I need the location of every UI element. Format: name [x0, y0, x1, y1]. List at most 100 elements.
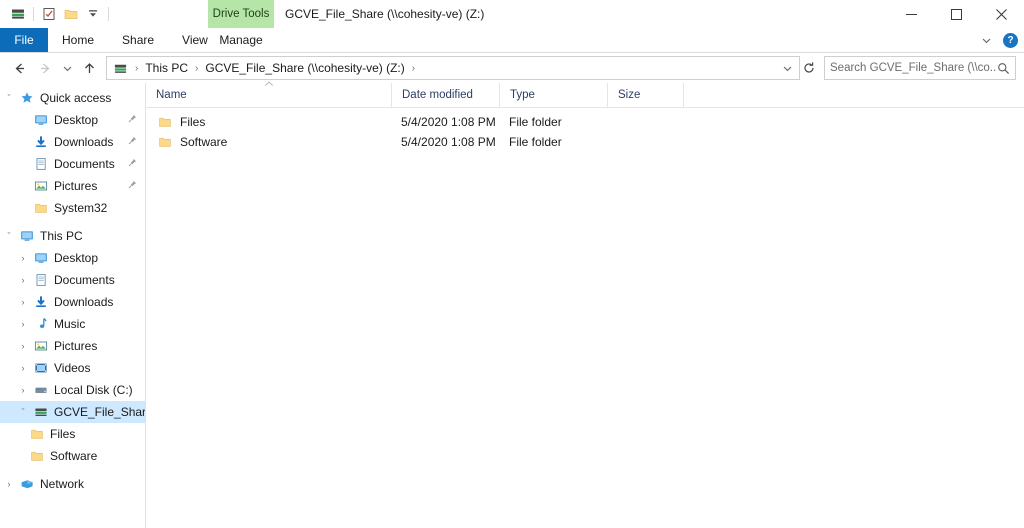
chevron-right-icon[interactable]: ›: [14, 253, 32, 263]
breadcrumb-item-drive[interactable]: GCVE_File_Share (\\cohesity-ve) (Z:): [203, 61, 406, 75]
tab-home[interactable]: Home: [48, 28, 108, 52]
documents-icon: [32, 273, 50, 287]
chevron-right-icon[interactable]: ›: [0, 479, 18, 489]
file-name: Software: [180, 135, 227, 149]
search-icon[interactable]: [997, 62, 1010, 75]
qat-divider-2: [108, 7, 109, 21]
breadcrumb: › This PC › GCVE_File_Share (\\cohesity-…: [130, 61, 777, 75]
close-button[interactable]: [979, 0, 1024, 28]
sidebar-item-files[interactable]: Files: [0, 423, 145, 445]
tab-manage[interactable]: Manage: [208, 28, 274, 52]
chevron-right-icon[interactable]: ›: [14, 297, 32, 307]
window-controls: [889, 0, 1024, 28]
twisty-placeholder: ›: [14, 159, 32, 169]
chevron-down-icon[interactable]: ˇ: [0, 231, 18, 241]
refresh-button[interactable]: [800, 55, 818, 81]
column-header-date-modified[interactable]: Date modified: [391, 83, 499, 107]
sidebar-item-pictures-qa[interactable]: › Pictures: [0, 175, 145, 197]
cell-type: File folder: [499, 132, 607, 152]
chevron-right-icon[interactable]: ›: [14, 385, 32, 395]
customize-qat-icon[interactable]: [82, 3, 104, 25]
tab-file[interactable]: File: [0, 28, 48, 52]
sidebar-item-quick-access[interactable]: ˇ Quick access: [0, 87, 145, 109]
search-box[interactable]: Search GCVE_File_Share (\\co...: [824, 56, 1016, 80]
recent-locations-button[interactable]: [58, 55, 76, 81]
minimize-button[interactable]: [889, 0, 934, 28]
sidebar-item-desktop[interactable]: › Desktop: [0, 247, 145, 269]
sidebar-item-label: Network: [40, 477, 84, 491]
column-header-label: Name: [156, 89, 187, 101]
chevron-down-icon[interactable]: ˇ: [0, 93, 18, 103]
sidebar-item-gcve-file-share[interactable]: ˇ GCVE_File_Share (\\: [0, 401, 145, 423]
chevron-right-icon[interactable]: ›: [14, 363, 32, 373]
sidebar-item-downloads-qa[interactable]: › Downloads: [0, 131, 145, 153]
cell-date-modified: 5/4/2020 1:08 PM: [391, 112, 499, 132]
pin-icon[interactable]: [128, 114, 137, 123]
breadcrumb-item-this-pc[interactable]: This PC: [143, 61, 190, 75]
forward-button[interactable]: [32, 55, 58, 81]
music-icon: [32, 317, 50, 331]
chevron-right-icon[interactable]: ›: [14, 319, 32, 329]
cell-date-modified: 5/4/2020 1:08 PM: [391, 132, 499, 152]
downloads-icon: [32, 135, 50, 149]
breadcrumb-separator-0[interactable]: ›: [130, 63, 143, 74]
pictures-icon: [32, 339, 50, 353]
search-input[interactable]: Search GCVE_File_Share (\\co...: [830, 62, 997, 74]
breadcrumb-separator-2[interactable]: ›: [407, 63, 420, 74]
cell-size: [607, 112, 683, 132]
sidebar-item-label: Downloads: [54, 295, 113, 309]
sidebar-item-documents-qa[interactable]: › Documents: [0, 153, 145, 175]
sidebar-item-desktop-qa[interactable]: › Desktop: [0, 109, 145, 131]
address-dropdown-button[interactable]: [777, 58, 797, 78]
sidebar-item-pictures[interactable]: › Pictures: [0, 335, 145, 357]
chevron-down-icon[interactable]: ˇ: [14, 407, 32, 417]
chevron-down-icon[interactable]: [979, 33, 993, 47]
network-drive-icon[interactable]: [7, 3, 29, 25]
properties-icon[interactable]: [38, 3, 60, 25]
videos-icon: [32, 361, 50, 375]
sidebar-item-downloads[interactable]: › Downloads: [0, 291, 145, 313]
tab-share[interactable]: Share: [108, 28, 168, 52]
cell-name: Software: [146, 132, 391, 152]
breadcrumb-separator-1[interactable]: ›: [190, 63, 203, 74]
sidebar-item-system32[interactable]: › System32: [0, 197, 145, 219]
sidebar-item-label: This PC: [40, 229, 83, 243]
chevron-right-icon[interactable]: ›: [14, 275, 32, 285]
column-header-name[interactable]: Name: [146, 83, 391, 107]
cell-name: Files: [146, 112, 391, 132]
table-row[interactable]: Files 5/4/2020 1:08 PM File folder: [146, 112, 1024, 132]
column-header-type[interactable]: Type: [499, 83, 607, 107]
pin-icon[interactable]: [128, 158, 137, 167]
sidebar-item-software[interactable]: Software: [0, 445, 145, 467]
back-button[interactable]: [6, 55, 32, 81]
pin-icon[interactable]: [128, 136, 137, 145]
address-bar[interactable]: › This PC › GCVE_File_Share (\\cohesity-…: [106, 56, 800, 80]
documents-icon: [32, 157, 50, 171]
sidebar-item-network[interactable]: › Network: [0, 473, 145, 495]
sidebar-item-this-pc[interactable]: ˇ This PC: [0, 225, 145, 247]
sidebar-item-music[interactable]: › Music: [0, 313, 145, 335]
up-button[interactable]: [76, 55, 102, 81]
new-folder-icon[interactable]: [60, 3, 82, 25]
network-drive-icon: [32, 405, 50, 419]
file-list-pane[interactable]: Name Date modified Type Size: [146, 83, 1024, 528]
maximize-button[interactable]: [934, 0, 979, 28]
chevron-right-icon[interactable]: ›: [14, 341, 32, 351]
sidebar-item-label: Downloads: [54, 135, 113, 149]
twisty-placeholder: ›: [14, 203, 32, 213]
sidebar-item-documents[interactable]: › Documents: [0, 269, 145, 291]
column-header-label: Type: [510, 89, 535, 101]
help-icon[interactable]: ?: [1003, 33, 1018, 48]
sidebar-item-label: Software: [50, 449, 97, 463]
contextual-tab-group-label: Drive Tools: [213, 8, 270, 20]
local-disk-icon: [32, 383, 50, 397]
column-header-size[interactable]: Size: [607, 83, 683, 107]
table-row[interactable]: Software 5/4/2020 1:08 PM File folder: [146, 132, 1024, 152]
navigation-pane[interactable]: ˇ Quick access › Desktop ›: [0, 83, 146, 528]
sidebar-item-local-disk-c[interactable]: › Local Disk (C:): [0, 379, 145, 401]
column-header-row: Name Date modified Type Size: [146, 83, 1024, 108]
sidebar-item-videos[interactable]: › Videos: [0, 357, 145, 379]
pin-icon[interactable]: [128, 180, 137, 189]
qat-divider-1: [33, 7, 34, 21]
title-bar: Drive Tools GCVE_File_Share (\\cohesity-…: [0, 0, 1024, 28]
